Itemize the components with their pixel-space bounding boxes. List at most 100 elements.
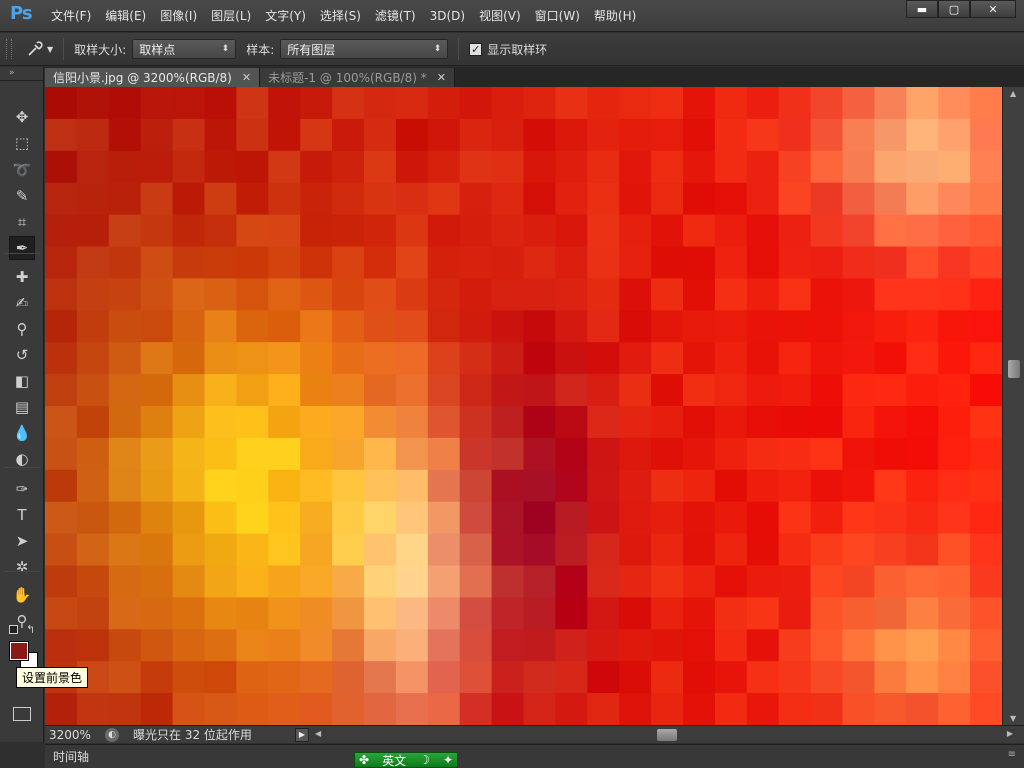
- menu-item[interactable]: 帮助(H): [587, 0, 643, 32]
- menu-item[interactable]: 图像(I): [153, 0, 204, 32]
- menu-item[interactable]: 文字(Y): [258, 0, 313, 32]
- pixel-cell: [938, 693, 971, 725]
- pixel-cell: [300, 693, 333, 725]
- options-bar-grip[interactable]: [6, 39, 12, 59]
- pixel-cell: [140, 214, 174, 248]
- scroll-down-icon[interactable]: ▼: [1010, 714, 1016, 723]
- blur-icon[interactable]: 💧: [9, 421, 35, 445]
- tab-document-2[interactable]: 未标题-1 @ 100%(RGB/8) * ✕: [260, 68, 455, 87]
- minimize-button[interactable]: ▬: [906, 0, 938, 18]
- close-icon[interactable]: ✕: [242, 71, 251, 84]
- lasso-icon[interactable]: ➰: [9, 158, 35, 182]
- healing-icon[interactable]: ✚: [9, 265, 35, 289]
- pixel-cell: [842, 342, 875, 375]
- path-select-icon[interactable]: ➤: [9, 529, 35, 553]
- screen-mode-icon[interactable]: [13, 707, 31, 721]
- pixel-cell: [364, 342, 397, 375]
- crop-icon[interactable]: ⌗: [9, 210, 35, 234]
- menu-item[interactable]: 视图(V): [472, 0, 528, 32]
- pixel-cell: [108, 87, 142, 120]
- pixel-cell: [268, 501, 301, 535]
- menu-item[interactable]: 选择(S): [313, 0, 368, 32]
- scroll-thumb[interactable]: [657, 728, 677, 741]
- tool-preset-picker[interactable]: ▼: [26, 40, 53, 58]
- timeline-tab[interactable]: 时间轴: [49, 747, 93, 766]
- sample-size-select[interactable]: 取样点 ⬍: [132, 39, 237, 59]
- pixel-cell: [906, 342, 939, 375]
- move-icon[interactable]: ✥: [9, 105, 35, 129]
- pixel-cell: [906, 118, 939, 152]
- pixel-cell: [45, 118, 78, 152]
- pixel-cell: [810, 565, 844, 598]
- pixel-cell: [427, 214, 461, 248]
- pixel-cell: [45, 565, 78, 598]
- brush-icon[interactable]: ✍: [9, 291, 35, 315]
- pixel-cell: [236, 310, 269, 343]
- status-info-icon[interactable]: ◐: [105, 727, 119, 742]
- foreground-color-swatch[interactable]: [9, 641, 29, 661]
- sample-select[interactable]: 所有图层 ⬍: [280, 39, 449, 59]
- panel-collapse-icon[interactable]: »: [0, 67, 43, 81]
- pixel-cell: [427, 693, 461, 725]
- pixel-cell: [874, 246, 907, 279]
- close-icon[interactable]: ✕: [437, 71, 446, 84]
- pixel-cell: [45, 87, 78, 120]
- eyedropper-icon[interactable]: ✒: [9, 236, 35, 260]
- pixel-cell: [108, 533, 142, 567]
- eraser-icon[interactable]: ◧: [9, 369, 35, 393]
- pixel-cell: [395, 469, 429, 503]
- pixel-cell: [523, 597, 556, 630]
- close-button[interactable]: ✕: [970, 0, 1016, 18]
- scroll-thumb[interactable]: [1008, 360, 1020, 378]
- pixel-cell: [874, 565, 907, 598]
- pixel-cell: [395, 246, 429, 279]
- shape-icon[interactable]: ✲: [9, 555, 35, 579]
- menu-item[interactable]: 编辑(E): [98, 0, 153, 32]
- swap-colors-icon[interactable]: ↰: [26, 623, 35, 636]
- tab-document-1[interactable]: 信阳小景.jpg @ 3200%(RGB/8) ✕: [45, 68, 261, 87]
- pixel-cell: [491, 565, 525, 598]
- pixel-cell: [204, 501, 237, 535]
- zoom-level[interactable]: 3200%: [45, 728, 105, 742]
- vertical-scrollbar[interactable]: ▲ ▼: [1002, 87, 1024, 725]
- scroll-right-icon[interactable]: ▶: [1007, 729, 1013, 738]
- menu-item[interactable]: 3D(D): [423, 0, 472, 32]
- marquee-icon[interactable]: ⬚: [9, 131, 35, 155]
- pixel-cell: [332, 469, 365, 503]
- pixel-cell: [523, 246, 556, 279]
- pixel-cell: [236, 437, 269, 471]
- pen-icon[interactable]: ✑: [9, 477, 35, 501]
- pixel-cell: [45, 437, 78, 471]
- pixel-cell: [172, 406, 206, 439]
- stamp-icon[interactable]: ⚲: [9, 317, 35, 341]
- ime-indicator[interactable]: ✤ 英文 ☽ ✦: [354, 752, 458, 768]
- pixel-cell: [427, 246, 461, 279]
- pixel-cell: [364, 501, 397, 535]
- pixel-cell: [778, 469, 812, 503]
- pixel-cell: [587, 150, 620, 184]
- type-icon[interactable]: T: [9, 503, 35, 527]
- scroll-left-icon[interactable]: ◀: [315, 729, 321, 738]
- history-brush-icon[interactable]: ↺: [9, 343, 35, 367]
- pixel-cell: [236, 533, 269, 567]
- menu-item[interactable]: 窗口(W): [528, 0, 587, 32]
- maximize-button[interactable]: ▢: [938, 0, 970, 18]
- menu-item[interactable]: 图层(L): [204, 0, 258, 32]
- pixel-cell: [587, 87, 620, 120]
- show-ring-checkbox[interactable]: ✓: [469, 42, 483, 56]
- pixel-cell: [906, 469, 939, 503]
- status-menu-arrow-icon[interactable]: ▶: [295, 727, 309, 742]
- document-canvas[interactable]: [45, 87, 1002, 725]
- gradient-icon[interactable]: ▤: [9, 395, 35, 419]
- pixel-cell: [268, 278, 301, 311]
- panel-menu-icon[interactable]: ≡: [1008, 749, 1016, 760]
- hand-icon[interactable]: ✋: [9, 583, 35, 607]
- scroll-up-icon[interactable]: ▲: [1010, 89, 1016, 98]
- default-colors-icon[interactable]: [9, 625, 18, 634]
- pixel-cell: [76, 246, 110, 279]
- horizontal-scrollbar[interactable]: ◀ ▶: [313, 727, 1015, 743]
- quick-select-icon[interactable]: ✎: [9, 184, 35, 208]
- menu-item[interactable]: 滤镜(T): [368, 0, 423, 32]
- menu-item[interactable]: 文件(F): [44, 0, 98, 32]
- pixel-cell: [427, 87, 461, 120]
